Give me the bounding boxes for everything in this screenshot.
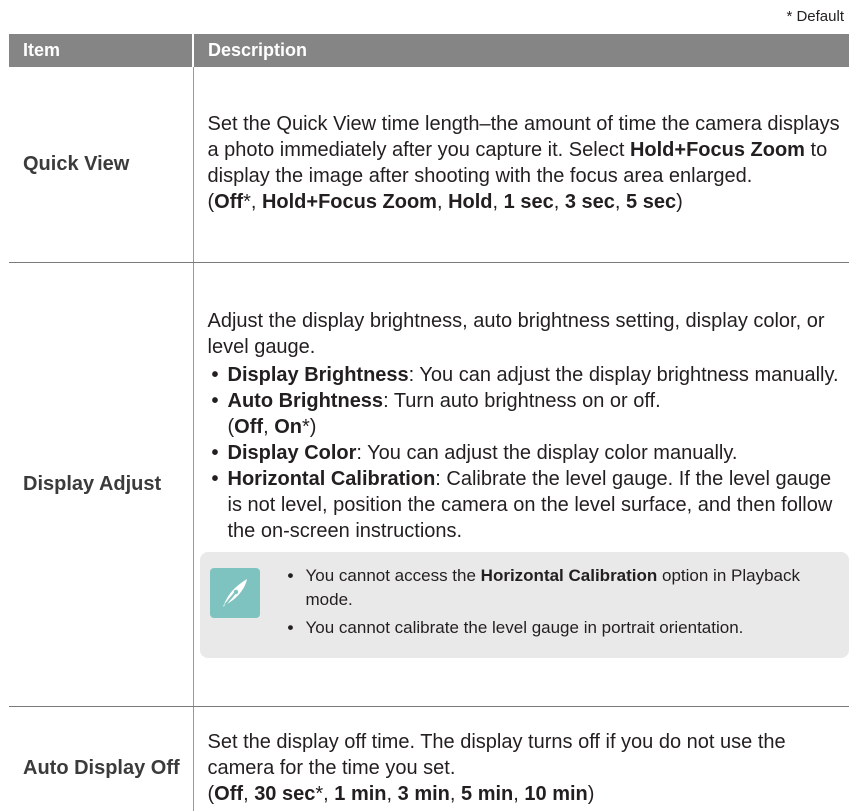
item-label-quick-view: Quick View <box>9 67 193 263</box>
auto-display-off-text: Set the display off time. The display tu… <box>207 730 786 779</box>
list-item: • Horizontal Calibration: Calibrate the l… <box>211 468 833 542</box>
auto-display-off-options: (Off, 30 sec*, 1 min, 3 min, 5 min, 10 m… <box>207 782 595 805</box>
description-quick-view: Set the Quick View time length–the amoun… <box>192 67 849 263</box>
table-row-auto-display-off: Auto Display Off Set the display off tim… <box>9 706 849 811</box>
pen-nib-icon <box>209 568 260 618</box>
note-item: • You cannot access the Horizontal Calibr… <box>287 566 801 609</box>
quick-view-options: (Off*, Hold+Focus Zoom, Hold, 1 sec, 3 s… <box>207 191 683 214</box>
display-adjust-bullets: • Display Brightness: You can adjust the … <box>208 362 844 544</box>
description-display-adjust: Adjust the display brightness, auto brig… <box>192 262 849 707</box>
note-item: • You cannot calibrate the level gauge in… <box>287 618 744 637</box>
description-auto-display-off: Set the display off time. The display tu… <box>192 706 849 811</box>
settings-table: Item Description Quick View Set the Quic… <box>9 34 849 811</box>
list-item: • Auto Brightness: Turn auto brightness o… <box>211 390 661 438</box>
item-column-header: Item <box>9 34 193 67</box>
display-adjust-intro: Adjust the display brightness, auto brig… <box>207 310 825 358</box>
item-label-display-adjust: Display Adjust <box>9 262 193 707</box>
description-column-header: Description <box>192 34 849 67</box>
note-box: • You cannot access the Horizontal Calibr… <box>199 552 849 658</box>
table-row-display-adjust: Display Adjust Adjust the display bright… <box>9 262 849 707</box>
default-legend: * Default <box>786 8 844 25</box>
list-item: • Display Brightness: You can adjust the … <box>211 364 839 386</box>
table-header-row: Item Description <box>9 34 849 67</box>
list-item: • Display Color: You can adjust the displ… <box>211 442 738 464</box>
note-list: • You cannot access the Horizontal Calibr… <box>286 564 836 644</box>
item-label-auto-display-off: Auto Display Off <box>23 757 180 780</box>
quick-view-bold: Hold+Focus Zoom <box>629 139 805 162</box>
table-row-quick-view: Quick View Set the Quick View time lengt… <box>9 67 849 263</box>
